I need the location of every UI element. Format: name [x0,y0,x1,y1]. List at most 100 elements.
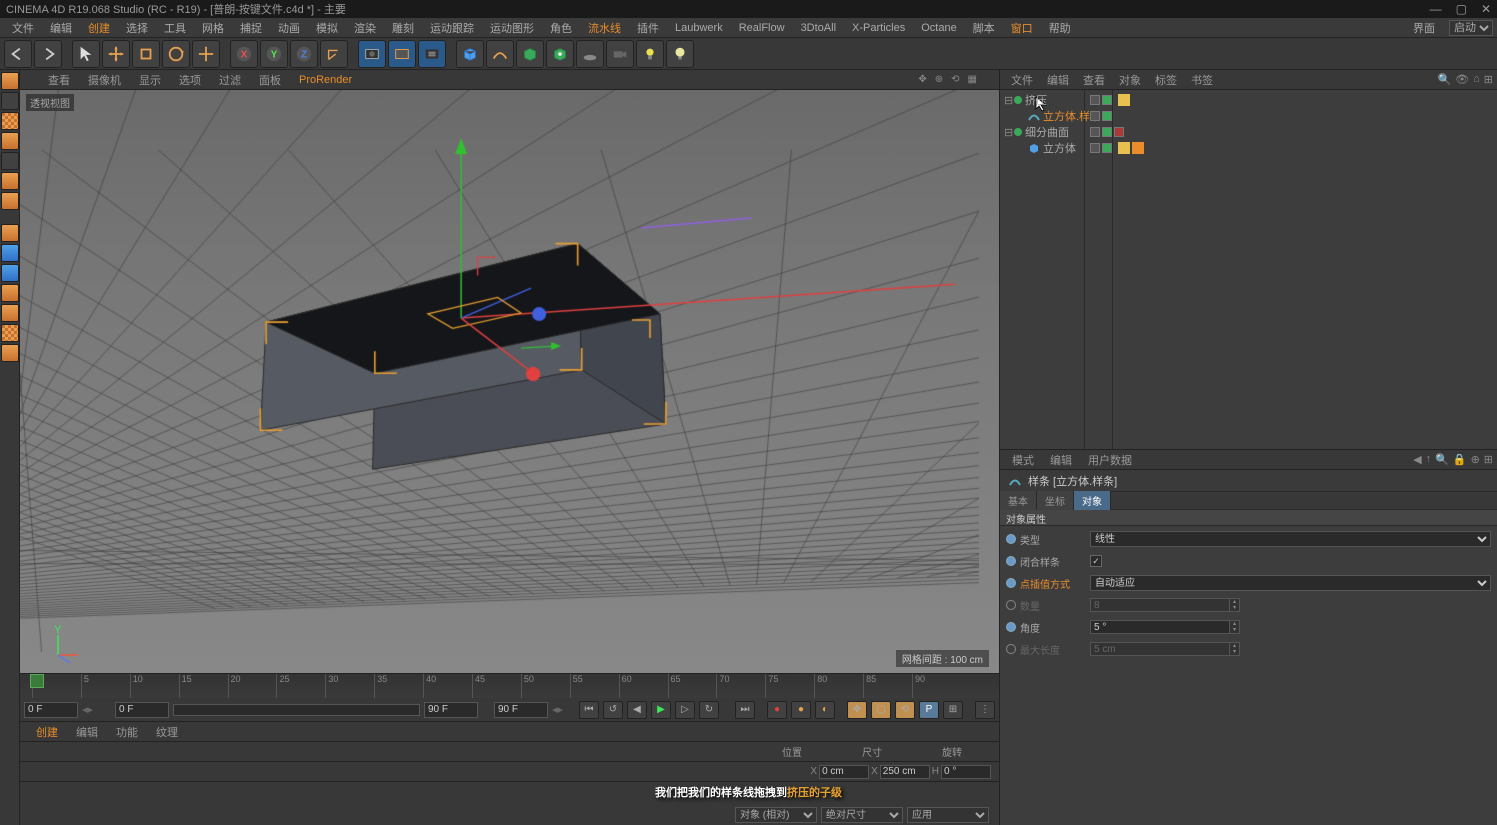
key-param-button[interactable]: P [919,701,939,719]
record-button[interactable]: ● [767,701,787,719]
objrow-1[interactable]: 立方体.样条 [1000,108,1497,124]
polygon-mode-button[interactable] [1,192,19,210]
menu-17[interactable]: RealFlow [731,20,793,36]
rot-h-input[interactable] [941,765,991,779]
menu-9[interactable]: 渲染 [346,18,384,38]
menu-12[interactable]: 运动图形 [482,18,542,38]
interp-select[interactable]: 自动适应 [1090,575,1491,591]
key-rot-button[interactable]: ⟲ [895,701,915,719]
deformer-button[interactable] [546,40,574,68]
viewport-solo-button[interactable] [1,344,19,362]
coord-system[interactable] [320,40,348,68]
minimize-button[interactable]: — [1430,2,1442,16]
size-x-input[interactable] [880,765,930,779]
apply-select[interactable]: 应用 [907,807,989,823]
frame-start-input[interactable] [24,702,78,718]
soft-select-button[interactable] [1,304,19,322]
viewport-move-icon[interactable]: ✥ [916,74,928,85]
objrow-2[interactable]: ⊟细分曲面 [1000,124,1497,140]
objtab-2[interactable]: 查看 [1076,70,1112,90]
menu-16[interactable]: Laubwerk [667,20,731,36]
attr-back-icon[interactable]: ◀ [1413,453,1421,466]
menu-14[interactable]: 流水线 [580,18,629,38]
make-editable-button[interactable] [1,72,19,90]
autokey-button[interactable]: ● [791,701,811,719]
range-start-input[interactable] [115,702,169,718]
snap-button[interactable] [1,244,19,262]
objrow-0[interactable]: ⊟挤压 [1000,92,1497,108]
viewport-rotate-icon[interactable]: ⟲ [949,74,961,85]
attrsubtab-2[interactable]: 对象 [1074,491,1111,510]
play-button[interactable]: ▶ [651,701,671,719]
attrsubtab-1[interactable]: 坐标 [1037,491,1074,510]
close-button[interactable]: ✕ [1481,2,1491,16]
frame-end-input[interactable] [494,702,548,718]
size-mode-select[interactable]: 绝对尺寸 [821,807,903,823]
objtab-0[interactable]: 文件 [1004,70,1040,90]
layout-select[interactable]: 启动 [1449,20,1493,36]
objtab-1[interactable]: 编辑 [1040,70,1076,90]
menu-2[interactable]: 创建 [80,18,118,38]
menu-1[interactable]: 编辑 [42,18,80,38]
move-tool[interactable] [102,40,130,68]
viewport-zoom-icon[interactable]: ⊕ [933,74,945,85]
vptab-6[interactable]: ProRender [291,72,360,88]
close-checkbox[interactable]: ✓ [1090,555,1102,567]
y-axis-lock[interactable]: Y [260,40,288,68]
scale-tool[interactable] [132,40,160,68]
timeline-options-button[interactable]: ⋮ [975,701,995,719]
texture-mode-button[interactable] [1,112,19,130]
menu-7[interactable]: 动画 [270,18,308,38]
render-region-button[interactable] [388,40,416,68]
render-settings-button[interactable] [418,40,446,68]
objmgr-home-icon[interactable]: ⌂ [1473,73,1480,86]
last-tool[interactable] [192,40,220,68]
attrtab-2[interactable]: 用户数据 [1080,450,1140,470]
menu-15[interactable]: 插件 [629,18,667,38]
timeline-range-slider[interactable] [173,704,420,716]
key-scale-button[interactable]: ▢ [871,701,891,719]
attr-search-icon[interactable]: 🔍 [1435,453,1449,466]
axis-button[interactable] [1,224,19,242]
rotate-tool[interactable] [162,40,190,68]
menu-18[interactable]: 3DtoAll [793,20,844,36]
bbtab-2[interactable]: 功能 [108,722,146,742]
viewport[interactable]: 透视视图 网格间距 : 100 cm Y [20,90,999,673]
prev-frame-button[interactable]: ◀ [627,701,647,719]
attrsubtab-0[interactable]: 基本 [1000,491,1037,510]
cube-primitive-button[interactable] [456,40,484,68]
menu-13[interactable]: 角色 [542,18,580,38]
objmgr-eye-icon[interactable]: 👁 [1455,73,1469,86]
menu-23[interactable]: 帮助 [1041,18,1079,38]
objmgr-expand-icon[interactable]: ⊞ [1484,73,1493,86]
lightbulb-icon[interactable] [666,40,694,68]
range-end-input[interactable] [424,702,478,718]
select-tool[interactable] [72,40,100,68]
angle-input[interactable] [1090,620,1230,634]
menu-3[interactable]: 选择 [118,18,156,38]
menu-6[interactable]: 捕捉 [232,18,270,38]
key-pla-button[interactable]: ⊞ [943,701,963,719]
menu-5[interactable]: 网格 [194,18,232,38]
attrtab-0[interactable]: 模式 [1004,450,1042,470]
point-mode-button[interactable] [1,152,19,170]
tweak-button[interactable] [1,324,19,342]
menu-11[interactable]: 运动跟踪 [422,18,482,38]
next-frame-button[interactable]: ▷ [675,701,695,719]
go-start-button[interactable]: ⏮ [579,701,599,719]
menu-0[interactable]: 文件 [4,18,42,38]
menu-21[interactable]: 脚本 [965,18,1003,38]
attrtab-1[interactable]: 编辑 [1042,450,1080,470]
edge-mode-button[interactable] [1,172,19,190]
vptab-3[interactable]: 选项 [171,70,209,90]
attr-lock-icon[interactable]: 🔒 [1453,453,1467,466]
maximize-button[interactable]: ▢ [1456,2,1467,16]
objmgr-search-icon[interactable]: 🔍 [1437,73,1451,86]
menu-22[interactable]: 窗口 [1003,18,1041,38]
vptab-1[interactable]: 摄像机 [80,70,129,90]
coord-mode-select[interactable]: 对象 (相对) [735,807,817,823]
quantize-button[interactable] [1,264,19,282]
type-select[interactable]: 线性 [1090,531,1491,547]
timeline[interactable]: 051015202530354045505560657075808590 [20,673,999,697]
attr-expand-icon[interactable]: ⊞ [1484,453,1493,466]
